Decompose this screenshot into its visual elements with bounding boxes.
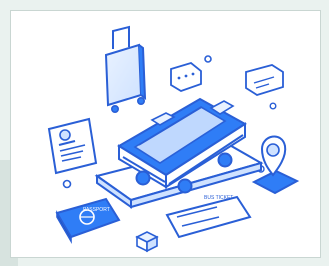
illustration-card: PASSPORT BUS TICKET [10,10,321,258]
chat-bubble-icon [245,64,284,96]
decor-dot-icon [204,55,212,63]
passport-icon: PASSPORT [55,197,121,244]
id-document-icon [47,117,98,175]
decor-dot-icon [62,179,72,189]
cube-icon [135,231,159,253]
chat-bubble-icon [170,62,202,92]
passport-text: PASSPORT [83,207,110,213]
ticket-icon: BUS TICKET [165,195,252,239]
travel-illustration: PASSPORT BUS TICKET [47,25,300,253]
screenshot-frame: PASSPORT BUS TICKET [0,0,329,266]
ticket-text: BUS TICKET [204,195,233,201]
luggage-icon [104,25,147,114]
decor-dot-icon [269,102,277,110]
